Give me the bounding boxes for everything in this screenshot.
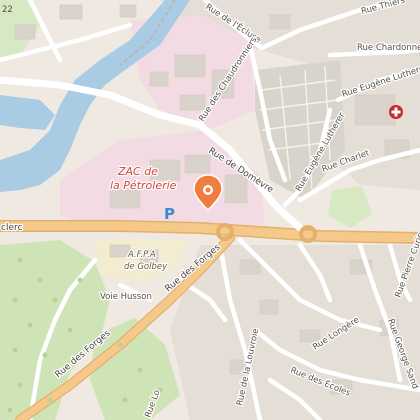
zone-label-zac-line1: ZAC de <box>117 165 158 178</box>
zone-label-afpa-line2: de Golbey <box>124 262 168 272</box>
corner-number-label: 22 <box>2 5 13 15</box>
zone-label-afpa-line1: A.F.P.A <box>127 250 156 260</box>
hospital-cross-icon[interactable] <box>389 105 403 119</box>
street-label-leclerc: clerc <box>1 223 22 233</box>
map-canvas[interactable]: 22 Rue de l'Écluse Rue Thiers Rue Chardo… <box>0 0 420 420</box>
street-label-chardonneret: Rue Chardonne <box>357 43 420 53</box>
street-label-voie-husson: Voie Husson <box>100 292 152 302</box>
map-view[interactable]: 22 Rue de l'Écluse Rue Thiers Rue Chardo… <box>0 0 420 420</box>
parking-icon[interactable]: P <box>164 205 175 223</box>
zone-label-zac-line2: la Pétrolerie <box>110 179 177 192</box>
